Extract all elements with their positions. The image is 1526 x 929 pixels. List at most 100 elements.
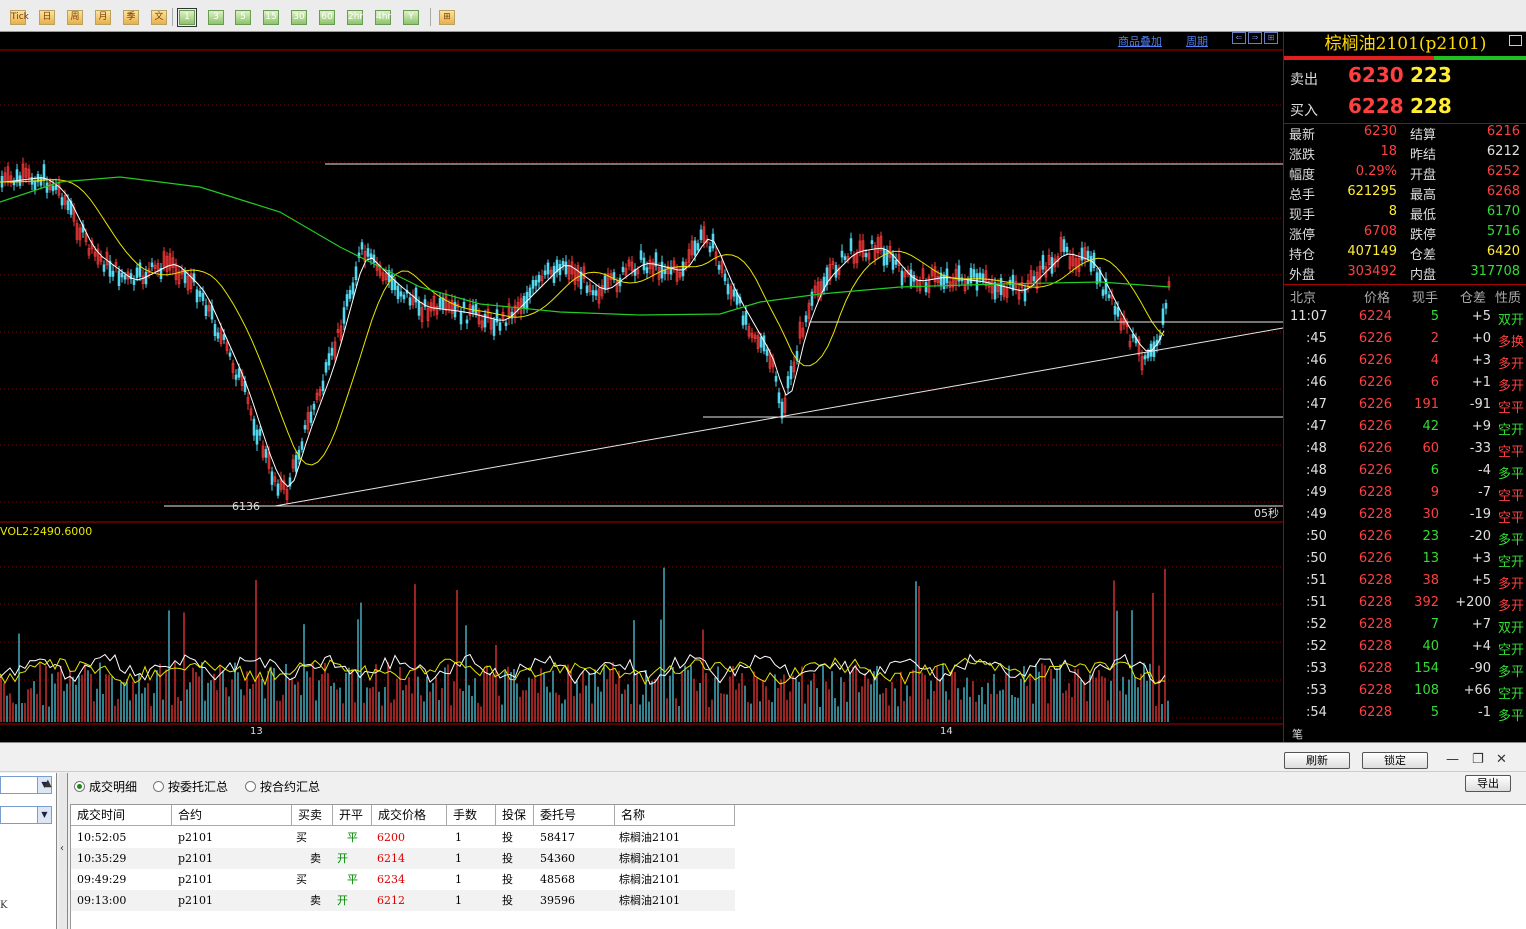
- tick-row[interactable]: :54 6228 5 -1 多平: [1284, 702, 1526, 724]
- column-header[interactable]: 成交价格: [372, 805, 447, 826]
- candle-body: [39, 177, 43, 186]
- period-button-4[interactable]: 季: [123, 10, 139, 25]
- table-header: 成交时间 合约 买卖 开平 成交价格 手数 投保 委托号 名称: [71, 805, 735, 826]
- period-link[interactable]: 周期: [1186, 33, 1208, 49]
- tick-time: :52: [1306, 617, 1327, 632]
- period-button-6[interactable]: 1: [177, 8, 197, 27]
- candle-body: [696, 243, 700, 251]
- tick-row[interactable]: :46 6226 4 +3 多开: [1284, 350, 1526, 372]
- tick-time: :54: [1306, 705, 1327, 720]
- stat-right-7: 内盘 317708: [1410, 264, 1520, 284]
- table-row[interactable]: 09:13:00 p2101 卖 开 6212 1 投 39596 棕榈油2101: [71, 890, 735, 911]
- tick-row[interactable]: :47 6226 191 -91 空平: [1284, 394, 1526, 416]
- radio-by-contract[interactable]: 按合约汇总: [245, 778, 320, 795]
- scroll-right-icon[interactable]: ⇒: [1248, 32, 1262, 44]
- column-header[interactable]: 成交时间: [71, 805, 172, 826]
- column-header[interactable]: 合约: [172, 805, 292, 826]
- period-button-8[interactable]: 5: [235, 10, 251, 25]
- tick-row[interactable]: :47 6226 42 +9 空开: [1284, 416, 1526, 438]
- table-row[interactable]: 10:52:05 p2101 买 平 6200 1 投 58417 棕榈油2101: [71, 827, 735, 848]
- tick-row[interactable]: :48 6226 60 -33 空平: [1284, 438, 1526, 460]
- period-button-3[interactable]: 月: [95, 10, 111, 25]
- export-button[interactable]: 导出: [1465, 775, 1511, 792]
- tick-volume: 60: [1422, 441, 1439, 456]
- tick-time: :53: [1306, 661, 1327, 676]
- column-header[interactable]: 手数: [447, 805, 496, 826]
- table-row[interactable]: 09:49:29 p2101 买 平 6234 1 投 48568 棕榈油2101: [71, 869, 735, 890]
- refresh-button[interactable]: 刷新: [1284, 752, 1350, 769]
- tick-price: 6226: [1358, 551, 1392, 566]
- kline-chart[interactable]: 商品叠加 周期 ⇐ ⇒ ⊞ 6136 05秒 VOL2:2490.6000 13…: [0, 32, 1283, 742]
- ask-row[interactable]: 卖出 6230 223: [1284, 62, 1526, 92]
- tick-row[interactable]: :46 6226 6 +1 多开: [1284, 372, 1526, 394]
- trading-terminal: Tick 日周月季文 1 3 5 15 30 60 2hr 4hr Y ⊞ 商品叠加 周期 ⇐ ⇒ ⊞…: [0, 0, 1526, 929]
- tick-row[interactable]: :49 6228 30 -19 空平: [1284, 504, 1526, 526]
- chevron-down-icon[interactable]: ▼: [37, 807, 51, 823]
- bid-row[interactable]: 买入 6228 228: [1284, 93, 1526, 123]
- tick-tab[interactable]: 笔: [1292, 726, 1303, 742]
- period-button-7[interactable]: 3: [208, 10, 224, 25]
- candle-body: [1032, 276, 1036, 282]
- tick-oi: -91: [1469, 397, 1491, 412]
- close-icon[interactable]: ✕: [1496, 752, 1507, 767]
- period-button-15[interactable]: ⊞: [439, 10, 455, 25]
- tick-row[interactable]: :50 6226 13 +3 空开: [1284, 548, 1526, 570]
- tick-row[interactable]: :51 6228 38 +5 多开: [1284, 570, 1526, 592]
- tick-row[interactable]: :53 6228 154 -90 多平: [1284, 658, 1526, 680]
- pane-splitter[interactable]: ‹: [59, 773, 68, 929]
- maximize-icon[interactable]: [1509, 35, 1522, 46]
- candle-body: [258, 429, 262, 436]
- tick-row[interactable]: :52 6228 7 +7 双开: [1284, 614, 1526, 636]
- period-button-14[interactable]: Y: [403, 10, 419, 25]
- scroll-left-icon[interactable]: ⇐: [1232, 32, 1246, 44]
- collapse-icon[interactable]: ‹: [60, 843, 64, 854]
- tick-oi: +7: [1471, 617, 1491, 632]
- period-button-1[interactable]: 日: [39, 10, 55, 25]
- tick-row[interactable]: :49 6228 9 -7 空平: [1284, 482, 1526, 504]
- candle-body: [345, 294, 349, 307]
- tick-price: 6226: [1358, 529, 1392, 544]
- filter-combo-2[interactable]: ▼: [0, 806, 52, 824]
- candle-body: [462, 301, 466, 309]
- overlay-commodity-link[interactable]: 商品叠加: [1118, 33, 1162, 49]
- column-header[interactable]: 开平: [333, 805, 372, 826]
- tick-row[interactable]: :51 6228 392 +200 多开: [1284, 592, 1526, 614]
- tick-row[interactable]: :45 6226 2 +0 多换: [1284, 328, 1526, 350]
- sort-up-icon[interactable]: ▲: [44, 778, 52, 789]
- lock-button[interactable]: 锁定: [1362, 752, 1428, 769]
- table-cell: 39596: [540, 894, 575, 907]
- table-cell: 投: [502, 852, 513, 865]
- period-button-2[interactable]: 周: [67, 10, 83, 25]
- zoom-icon[interactable]: ⊞: [1264, 32, 1278, 44]
- candle-body: [1146, 351, 1150, 359]
- period-button-10[interactable]: 30: [291, 10, 307, 25]
- tick-row[interactable]: :53 6228 108 +66 空开: [1284, 680, 1526, 702]
- radio-by-order[interactable]: 按委托汇总: [153, 778, 228, 795]
- candle-body: [321, 380, 325, 392]
- tick-row[interactable]: :48 6226 6 -4 多平: [1284, 460, 1526, 482]
- table-row[interactable]: 10:35:29 p2101 卖 开 6214 1 投 54360 棕榈油2101: [71, 848, 735, 869]
- radio-trade-detail[interactable]: 成交明细: [74, 778, 137, 795]
- period-button-5[interactable]: 文: [151, 10, 167, 25]
- period-button-9[interactable]: 15: [263, 10, 279, 25]
- candle-body: [1092, 252, 1096, 268]
- tick-volume: 191: [1414, 397, 1439, 412]
- tick-row[interactable]: 11:07 6224 5 +5 双开: [1284, 306, 1526, 328]
- candle-body: [198, 290, 202, 297]
- table-cell: 平: [347, 831, 358, 844]
- column-header[interactable]: 委托号: [534, 805, 615, 826]
- restore-icon[interactable]: ❐: [1472, 752, 1484, 767]
- period-button-0[interactable]: Tick: [10, 10, 29, 25]
- period-button-13[interactable]: 4hr: [375, 10, 391, 25]
- column-header[interactable]: 名称: [615, 805, 735, 826]
- candle-body: [144, 271, 148, 285]
- candle-body: [354, 266, 358, 280]
- column-header[interactable]: 投保: [496, 805, 534, 826]
- period-button-11[interactable]: 60: [319, 10, 335, 25]
- column-header[interactable]: 买卖: [292, 805, 333, 826]
- candle-body: [534, 279, 538, 286]
- tick-row[interactable]: :50 6226 23 -20 多平: [1284, 526, 1526, 548]
- period-button-12[interactable]: 2hr: [347, 10, 363, 25]
- minimize-icon[interactable]: —: [1446, 752, 1459, 767]
- tick-row[interactable]: :52 6228 40 +4 空开: [1284, 636, 1526, 658]
